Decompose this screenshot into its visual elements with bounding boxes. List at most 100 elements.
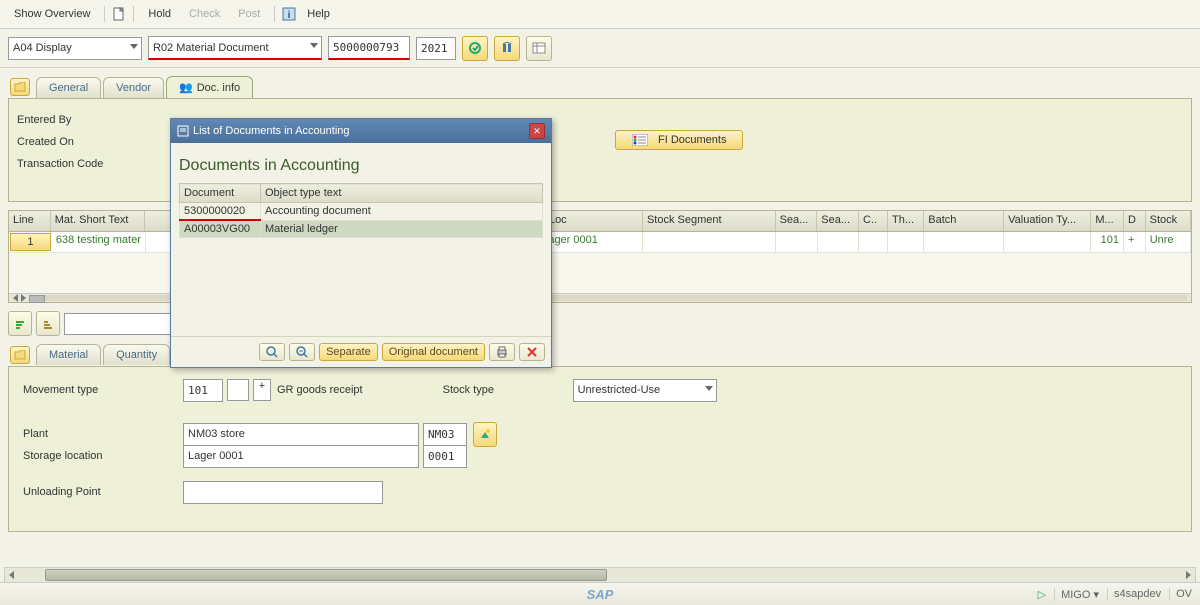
sloc-name-value: Lager 0001 [188,450,244,462]
status-tcode[interactable]: MIGO ▾ [1054,588,1099,601]
header-tabs: General Vendor 👥Doc. info [36,76,1196,98]
movement-type-input[interactable]: 101 [183,379,223,402]
help-button[interactable]: Help [299,6,338,22]
app-toolbar: Show Overview Hold Check Post i Help [0,0,1200,29]
tab-material[interactable]: Material [36,344,101,365]
unload-input[interactable] [183,481,383,504]
sort-asc-button[interactable] [8,311,32,336]
cell-line[interactable]: 1 [10,233,51,251]
cell-valty [1004,232,1091,252]
col-sea2[interactable]: Sea... [817,211,859,231]
hscroll-right-icon[interactable] [1186,571,1191,579]
new-doc-icon[interactable] [111,6,127,22]
collapse-header-icon[interactable] [10,78,30,96]
svg-text:i: i [288,10,291,21]
plant-name-value: NM03 store [188,428,245,440]
doc-number-input[interactable]: 5000000793 [328,36,410,60]
stock-type-label: Stock type [443,384,573,396]
main-hscroll[interactable] [4,567,1196,583]
sloc-name-input[interactable]: Lager 0001 [183,445,419,468]
modal-heading: Documents in Accounting [179,157,543,175]
execute-button[interactable] [462,36,488,61]
modal-cell-doc: A00003VG00 [180,220,261,238]
modal-col-type[interactable]: Object type text [261,184,543,203]
stock-type-value: Unrestricted-Use [578,384,661,396]
col-sloc[interactable]: SLoc [538,211,643,231]
stock-type-dropdown[interactable]: Unrestricted-Use [573,379,717,402]
detail2-icon-button[interactable] [289,343,315,361]
collapse-detail-icon[interactable] [10,346,30,364]
col-m[interactable]: M... [1091,211,1124,231]
post-button: Post [230,6,268,22]
original-doc-button[interactable]: Original document [382,343,485,361]
hold-button[interactable]: Hold [140,6,179,22]
sloc-code-value: 0001 [428,450,455,463]
col-mat[interactable]: Mat. Short Text [51,211,145,231]
tab-vendor[interactable]: Vendor [103,77,164,98]
plant-label: Plant [23,428,183,440]
col-line[interactable]: Line [9,211,51,231]
detail-icon-button[interactable] [259,343,285,361]
modal-col-doc[interactable]: Document [180,184,261,203]
plant-code-input[interactable]: NM03 [423,423,467,446]
modal-table: DocumentObject type text 5300000020Accou… [179,183,543,238]
modal-title-text: List of Documents in Accounting [193,125,350,137]
col-d[interactable]: D [1124,211,1146,231]
info-icon[interactable]: i [281,6,297,22]
print-button[interactable] [489,343,515,361]
cancel-button[interactable] [519,343,545,361]
find-button[interactable] [494,36,520,61]
action-dropdown[interactable]: A04 Display [8,37,142,60]
separate-button[interactable]: Separate [319,343,378,361]
tab-quantity[interactable]: Quantity [103,344,170,365]
where-panel: Movement type 101 + GR goods receipt Sto… [8,366,1192,532]
plus-box: + [253,379,271,401]
modal-close-button[interactable]: ✕ [529,123,545,139]
tab-doc-info-label: Doc. info [197,82,240,94]
hscroll-thumb[interactable] [45,569,607,581]
modal-cell-doc: 5300000020 [180,203,261,221]
movement-type-value: 101 [188,384,208,397]
show-overview-button[interactable]: Show Overview [6,6,98,22]
hscroll-left-icon[interactable] [9,571,14,579]
modal-row[interactable]: A00003VG00Material ledger [180,220,543,238]
col-stockseg[interactable]: Stock Segment [643,211,776,231]
cell-sea1 [776,232,818,252]
cell-m: 101 [1091,232,1124,252]
year-input[interactable]: 2021 [416,37,456,60]
col-th[interactable]: Th... [888,211,924,231]
tab-general[interactable]: General [36,77,101,98]
modal-icon [177,125,189,137]
col-stock[interactable]: Stock [1146,211,1191,231]
entered-by-label: Entered By [17,114,147,126]
cell-c [859,232,888,252]
unload-label: Unloading Point [23,486,183,498]
txn-code-label: Transaction Code [17,158,147,170]
plant-name-input[interactable]: NM03 store [183,423,419,446]
cell-stockseg [643,232,775,252]
sloc-code-input[interactable]: 0001 [423,445,467,468]
plant-search-button[interactable] [473,422,497,447]
separator [274,6,275,22]
doc-type-dropdown[interactable]: R02 Material Document [148,36,322,60]
scroll-right-icon[interactable] [21,294,26,302]
sort-desc-button[interactable] [36,311,60,336]
modal-titlebar[interactable]: List of Documents in Accounting ✕ [171,119,551,143]
sloc-label: Storage location [23,450,183,462]
col-c[interactable]: C.. [859,211,888,231]
modal-body: Documents in Accounting DocumentObject t… [171,143,551,336]
scroll-left-icon[interactable] [13,294,18,302]
tab-doc-info[interactable]: 👥Doc. info [166,76,253,98]
action-value: A04 Display [13,42,72,54]
movement-text: GR goods receipt [277,384,363,396]
col-sea1[interactable]: Sea... [776,211,818,231]
modal-row[interactable]: 5300000020Accounting document [180,203,543,221]
overview-icon-button[interactable] [526,36,552,61]
col-batch[interactable]: Batch [924,211,1004,231]
sap-logo: SAP [587,587,614,602]
accounting-docs-modal: List of Documents in Accounting ✕ Docume… [170,118,552,368]
cell-th [888,232,924,252]
movement-icon-box[interactable] [227,379,249,401]
fi-documents-button[interactable]: FI Documents [615,130,743,150]
col-valty[interactable]: Valuation Ty... [1004,211,1091,231]
